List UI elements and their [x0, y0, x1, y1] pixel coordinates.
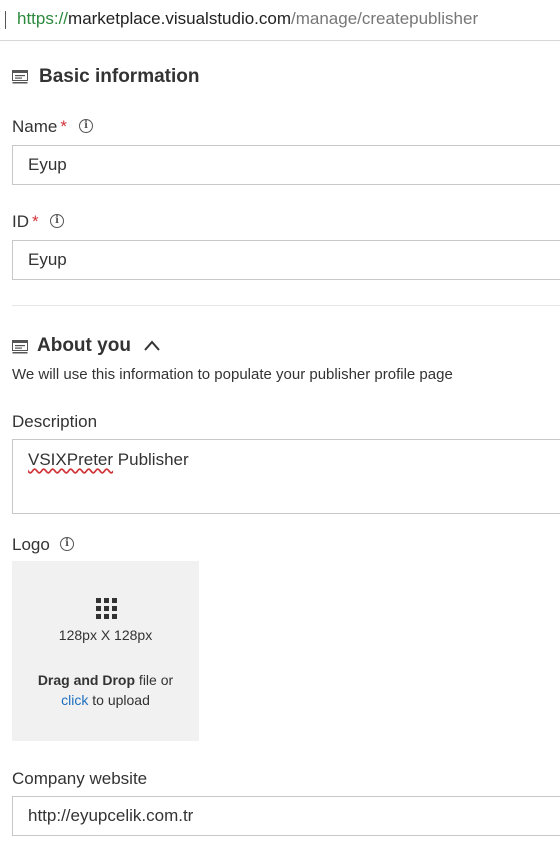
id-input[interactable]: [12, 240, 560, 280]
name-input[interactable]: [12, 145, 560, 185]
description-label: Description: [12, 412, 98, 431]
required-mark: *: [60, 117, 67, 136]
info-icon[interactable]: i: [79, 119, 93, 133]
info-icon[interactable]: i: [60, 537, 74, 551]
company-website-input[interactable]: [12, 796, 560, 836]
grid-icon: [96, 598, 117, 619]
logo-label: Logo: [12, 535, 50, 554]
upload-text: click to upload: [61, 692, 150, 708]
company-website-label: Company website: [12, 769, 148, 788]
name-label: Name *: [12, 117, 67, 136]
section-divider: [12, 305, 560, 306]
required-mark: *: [32, 212, 39, 231]
form-section-icon: [12, 340, 28, 354]
logo-upload-dropzone[interactable]: 128px X 128px Drag and Drop file or clic…: [12, 561, 199, 741]
chevron-up-icon[interactable]: [143, 339, 161, 353]
logo-size-hint: 128px X 128px: [58, 627, 153, 643]
section-title-basic: Basic information: [39, 66, 200, 87]
click-upload-link[interactable]: click: [61, 692, 88, 708]
url-text[interactable]: https://marketplace.visualstudio.com/man…: [17, 9, 478, 29]
form-section-icon: [12, 70, 28, 84]
info-icon[interactable]: i: [50, 214, 64, 228]
text-caret: [5, 11, 6, 29]
drag-drop-text: Drag and Drop file or: [37, 672, 174, 688]
address-bar[interactable]: https://marketplace.visualstudio.com/man…: [0, 0, 560, 41]
about-description-text: We will use this information to populate…: [12, 366, 453, 383]
description-textarea[interactable]: VSIXPreter Publisher: [12, 439, 560, 514]
id-label: ID *: [12, 212, 39, 231]
section-title-about: About you: [37, 335, 131, 356]
